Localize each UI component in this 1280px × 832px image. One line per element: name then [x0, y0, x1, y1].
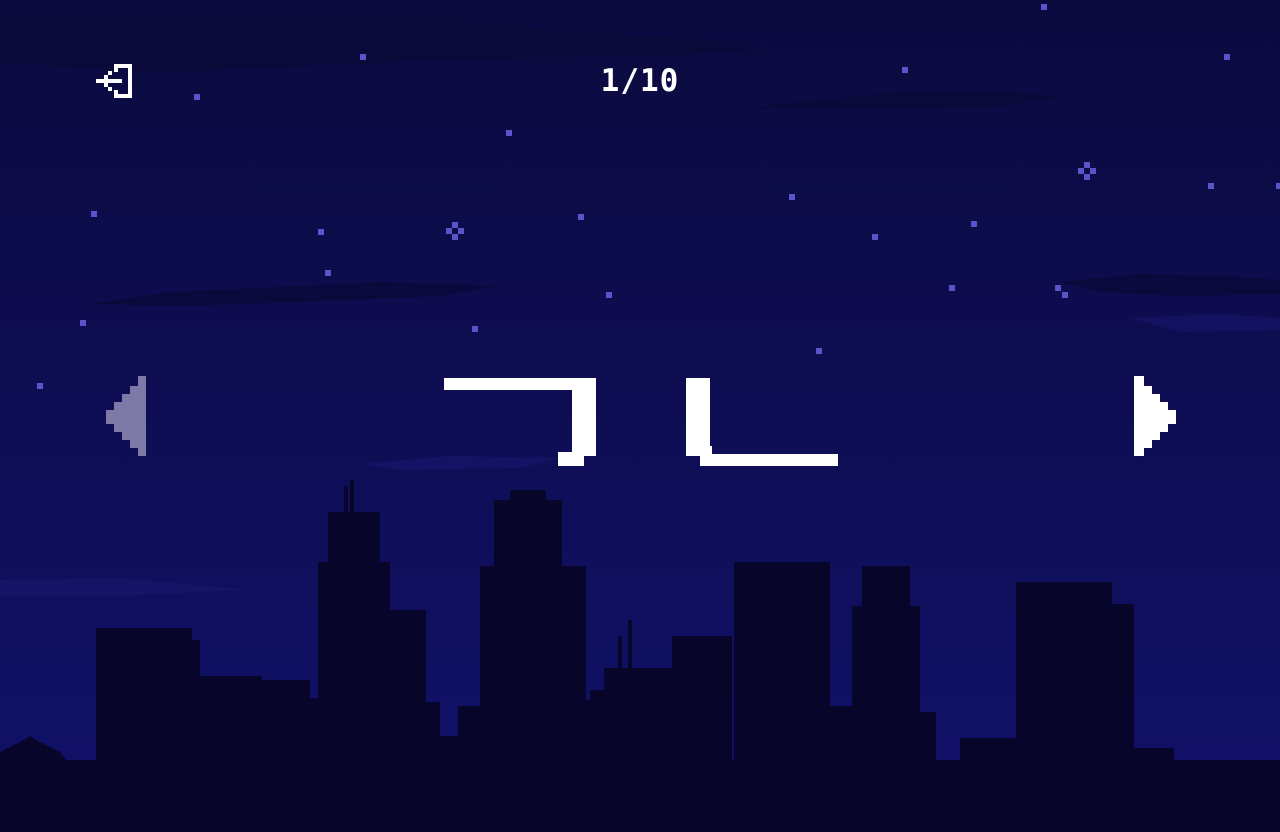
building: [510, 490, 546, 504]
star: [1055, 285, 1061, 291]
building: [116, 640, 200, 832]
building: [1134, 748, 1174, 832]
building: [734, 562, 830, 832]
clouds: [0, 12, 1280, 306]
antenna: [344, 486, 348, 514]
building: [862, 566, 910, 610]
building: [960, 738, 1020, 832]
building: [916, 712, 936, 832]
sparkle-star: [446, 222, 464, 240]
building: [300, 702, 440, 832]
building: [1216, 782, 1280, 832]
building: [672, 636, 732, 832]
cloud: [1130, 314, 1280, 332]
star: [1041, 4, 1047, 10]
star: [1224, 54, 1230, 60]
exit-door-icon: [96, 64, 132, 98]
building: [852, 606, 920, 832]
hangul-glyph-icon: [444, 378, 838, 466]
triangle-right-icon: [1134, 376, 1176, 456]
cloud: [750, 90, 1060, 110]
sparkle-star: [1078, 162, 1096, 180]
star: [80, 320, 86, 326]
star: [194, 94, 200, 100]
previous-button[interactable]: [100, 374, 150, 458]
star: [789, 194, 795, 200]
building: [604, 668, 676, 698]
star: [472, 326, 478, 332]
building: [328, 512, 380, 572]
star: [1276, 183, 1280, 189]
star: [971, 221, 977, 227]
star: [606, 292, 612, 298]
antenna: [618, 636, 622, 670]
star: [325, 270, 331, 276]
star: [91, 211, 97, 217]
building: [1174, 764, 1204, 832]
next-button[interactable]: [1130, 374, 1180, 458]
cloud: [1060, 274, 1280, 296]
progress-counter: 1/10: [600, 63, 680, 99]
star: [37, 383, 43, 389]
building: [494, 500, 562, 570]
antenna: [628, 620, 632, 670]
star: [506, 130, 512, 136]
star: [1208, 183, 1214, 189]
star: [1062, 292, 1068, 298]
star: [816, 348, 822, 354]
game-scene: 1/10: [0, 0, 1280, 832]
star: [949, 285, 955, 291]
star: [318, 229, 324, 235]
star: [902, 67, 908, 73]
building: [570, 604, 586, 832]
star: [360, 54, 366, 60]
star: [872, 234, 878, 240]
cloud: [0, 578, 250, 596]
building: [1108, 604, 1134, 832]
exit-button[interactable]: [94, 62, 134, 100]
triangle-left-icon: [106, 376, 146, 456]
antenna: [350, 480, 354, 514]
cloud: [90, 282, 500, 306]
building: [1016, 582, 1112, 832]
star: [578, 214, 584, 220]
building: [1030, 590, 1112, 612]
building: [0, 736, 66, 760]
city-skyline: [0, 480, 1280, 832]
building: [826, 706, 856, 832]
